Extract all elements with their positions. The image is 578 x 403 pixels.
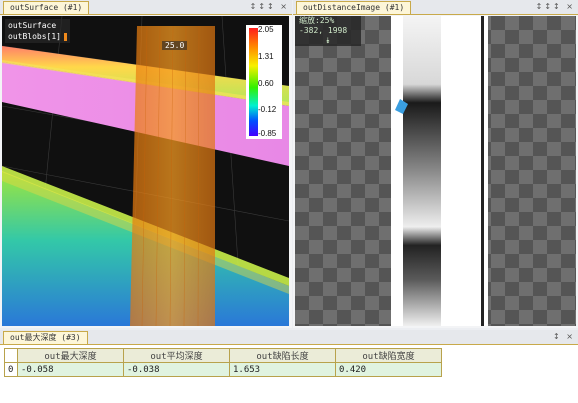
distance-tabbar: outDistanceImage (#1) ↕↕↕ × <box>293 0 578 15</box>
surface-3d-view[interactable]: outSurface outBlobs[1] 25.0 2.05 1.31 0.… <box>2 16 289 326</box>
cell-max-depth[interactable]: -0.058 <box>17 362 124 377</box>
zoom-level-text: 缩放:25% <box>299 16 335 25</box>
color-scale-label-max: 2.05 <box>258 25 274 34</box>
results-panel-controls[interactable]: ↕ × <box>553 331 575 343</box>
distance-image-view[interactable]: 缩放:25% -382, 1998 ⯯ <box>295 16 576 326</box>
overlay-item-out-blobs[interactable]: outBlobs[1] <box>8 31 67 42</box>
cursor-position-text: -382, 1998 <box>299 26 348 35</box>
table-corner-cell <box>4 348 18 363</box>
cell-defect-length[interactable]: 1.653 <box>229 362 336 377</box>
surface-panel: outSurface (#1) ↕↕↕ × outSurface outBlob… <box>0 0 292 328</box>
color-scale-label-2: 1.31 <box>258 52 274 61</box>
color-scale-legend: 2.05 1.31 0.60 -0.12 -0.85 <box>246 25 282 139</box>
row-index: 0 <box>4 362 18 377</box>
results-tabbar: out最大深度 (#3) ↕ × <box>0 330 578 345</box>
overlay-list: outSurface outBlobs[1] <box>5 19 70 43</box>
results-table: out最大深度 out平均深度 out缺陷长度 out缺陷宽度 0 -0.058… <box>4 348 442 377</box>
col-header-max-depth[interactable]: out最大深度 <box>17 348 124 363</box>
col-header-avg-depth[interactable]: out平均深度 <box>123 348 230 363</box>
distance-image-render <box>295 16 576 326</box>
overlay-item-out-surface[interactable]: outSurface <box>8 20 67 31</box>
tab-out-max-depth[interactable]: out最大深度 (#3) <box>3 331 88 344</box>
cell-defect-width[interactable]: 0.420 <box>335 362 442 377</box>
table-row[interactable]: 0 -0.058 -0.038 1.653 0.420 <box>4 362 442 377</box>
blob-value-label: 25.0 <box>162 41 188 50</box>
distance-image-panel: outDistanceImage (#1) ↕↕↕ × 缩放:25% -382,… <box>293 0 578 328</box>
surface-tabbar: outSurface (#1) ↕↕↕ × <box>0 0 292 15</box>
cell-avg-depth[interactable]: -0.038 <box>123 362 230 377</box>
col-header-defect-width[interactable]: out缺陷宽度 <box>335 348 442 363</box>
color-scale-label-3: 0.60 <box>258 79 274 88</box>
color-scale-label-min: -0.85 <box>258 129 277 138</box>
zoom-info-overlay: 缩放:25% -382, 1998 ⯯ <box>295 16 361 46</box>
color-scale-label-4: -0.12 <box>258 105 277 114</box>
distance-panel-controls[interactable]: ↕↕↕ × <box>536 1 575 13</box>
surface-panel-controls[interactable]: ↕↕↕ × <box>250 1 289 13</box>
tab-out-distance-image[interactable]: outDistanceImage (#1) <box>296 1 412 14</box>
table-header-row: out最大深度 out平均深度 out缺陷长度 out缺陷宽度 <box>4 348 442 363</box>
col-header-defect-length[interactable]: out缺陷长度 <box>229 348 336 363</box>
chevron-down-icon[interactable]: ⯯ <box>295 36 361 46</box>
blob-color-swatch <box>63 32 67 41</box>
overlay-item-out-blobs-label: outBlobs[1] <box>8 32 61 41</box>
tab-out-surface[interactable]: outSurface (#1) <box>3 1 90 14</box>
results-panel: out最大深度 (#3) ↕ × out最大深度 out平均深度 out缺陷长度… <box>0 330 578 403</box>
color-scale-gradient <box>249 28 258 136</box>
